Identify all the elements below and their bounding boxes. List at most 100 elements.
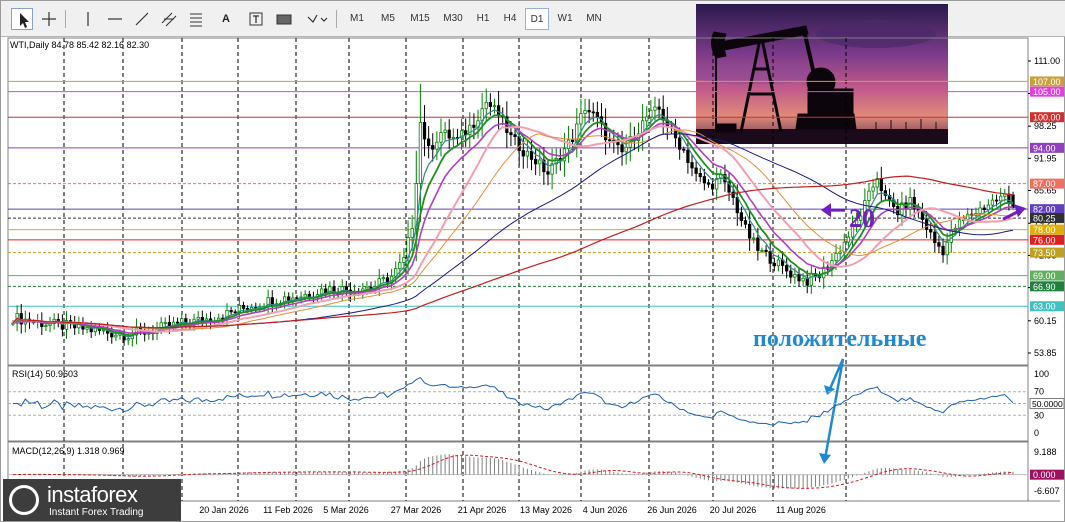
candle-body (439, 132, 443, 143)
logo-tagline: Instant Forex Trading (49, 507, 144, 518)
candle-body (616, 141, 620, 146)
candle-body (229, 309, 233, 313)
candle-body (949, 230, 953, 243)
candle-body (994, 199, 999, 202)
x-tick-label: 21 Apr 2026 (458, 505, 507, 515)
candle-body (694, 167, 698, 174)
candle-body (645, 116, 649, 122)
candle-body (945, 242, 949, 256)
price-tag-label: 100.00 (1033, 113, 1061, 123)
price-tag-label: 69.00 (1033, 271, 1056, 281)
candle-body (937, 242, 941, 247)
candle-body (768, 251, 772, 264)
macd-tag-label: 0.000 (1033, 470, 1056, 480)
candle-body (591, 111, 595, 114)
candle-body (241, 304, 246, 309)
candle-body (546, 171, 550, 175)
annotation-text: положительные (753, 326, 927, 352)
candle-body (579, 113, 583, 125)
candle-body (929, 229, 933, 233)
candle-body (427, 138, 431, 146)
candle-body (435, 141, 439, 150)
price-tag-label: 80.25 (1033, 214, 1056, 224)
candle-body (957, 219, 962, 229)
candle-body (451, 137, 455, 139)
candle-body (196, 316, 200, 320)
candle-body (838, 251, 842, 254)
candle-body (698, 173, 702, 177)
candle-body (789, 270, 793, 278)
candle-body (595, 112, 599, 118)
candle-body (978, 207, 982, 214)
candle-body (793, 273, 797, 278)
candle-body (422, 122, 427, 140)
price-tag-label: 107.00 (1033, 77, 1061, 87)
x-tick-label: 4 Jun 2026 (583, 505, 628, 515)
candle-body (809, 273, 813, 286)
x-tick-label: 11 Aug 2026 (776, 505, 826, 515)
arrowhead (821, 203, 831, 218)
candle-body (706, 182, 711, 185)
candle-body (571, 139, 575, 143)
macd-tick-label: 9.188 (1034, 447, 1057, 457)
price-tag-label: 87.00 (1033, 179, 1056, 189)
candle-body (608, 139, 612, 142)
price-tag-label: 78.00 (1033, 225, 1056, 235)
candle-body (739, 212, 744, 222)
candle-body (747, 223, 752, 239)
main-header: WTI,Daily 84.78 85.42 82.16 82.30 (10, 40, 150, 50)
candle-body (126, 338, 130, 341)
candle-body (517, 136, 521, 151)
x-tick-label: 20 Jul 2026 (710, 505, 757, 515)
x-tick-label: 11 Feb 2026 (263, 505, 313, 515)
candle-body (538, 159, 542, 165)
candle-body (583, 109, 587, 114)
candle-body (871, 186, 875, 192)
candle-body (1011, 194, 1015, 209)
rsi-tick-label: 0 (1034, 428, 1039, 438)
candle-body (85, 327, 89, 330)
candle-body (785, 265, 789, 272)
chart-window: A M1 M5 M15 M30 H1 H4 D1 W1 MN 20 Jan 20… (0, 0, 1065, 522)
candle-body (756, 237, 760, 251)
y-tick-label: 111.00 (1034, 56, 1060, 66)
candle-body (867, 190, 871, 201)
annotation-number: 20 (849, 204, 875, 233)
candle-body (365, 286, 369, 290)
candle-body (801, 277, 805, 282)
y-tick-label: 60.15 (1034, 316, 1057, 326)
arrowhead (824, 385, 835, 395)
candle-body (114, 334, 118, 338)
candle-body (443, 129, 447, 133)
candle-body (879, 178, 883, 192)
candle-body (587, 109, 591, 113)
x-tick-label: 27 Mar 2026 (391, 505, 442, 515)
candle-body (509, 132, 513, 136)
price-tag-label: 76.00 (1033, 235, 1056, 245)
candle-body (982, 207, 986, 210)
macd-header: MACD(12,26,9) 1.318 0.969 (12, 446, 125, 456)
chart-canvas[interactable]: 20 Jan 2026 11 Feb 2026 5 Mar 2026 27 Mar 2… (1, 1, 1065, 522)
macd-tick-label: -6.607 (1034, 486, 1060, 496)
x-tick-label: 20 Jan 2026 (199, 505, 249, 515)
candle-body (690, 162, 694, 169)
candle-body (966, 213, 970, 220)
candle-body (657, 106, 661, 110)
candle-body (344, 286, 348, 291)
candle-body (484, 101, 488, 110)
candle-body (534, 158, 538, 165)
candle-body (620, 144, 624, 153)
candle-body (447, 129, 451, 139)
price-tag-label: 66.90 (1033, 282, 1056, 292)
candle-body (702, 176, 706, 184)
candle-body (521, 150, 525, 157)
x-tick-label: 13 May 2026 (520, 505, 572, 515)
candle-body (653, 106, 657, 111)
candle-body (410, 228, 414, 238)
candle-body (431, 145, 435, 150)
candle-body (834, 252, 838, 262)
price-tag-label: 94.00 (1033, 143, 1056, 153)
logo-brand: instaforex (47, 482, 138, 507)
candle-body (44, 325, 48, 328)
candle-body (941, 245, 945, 256)
